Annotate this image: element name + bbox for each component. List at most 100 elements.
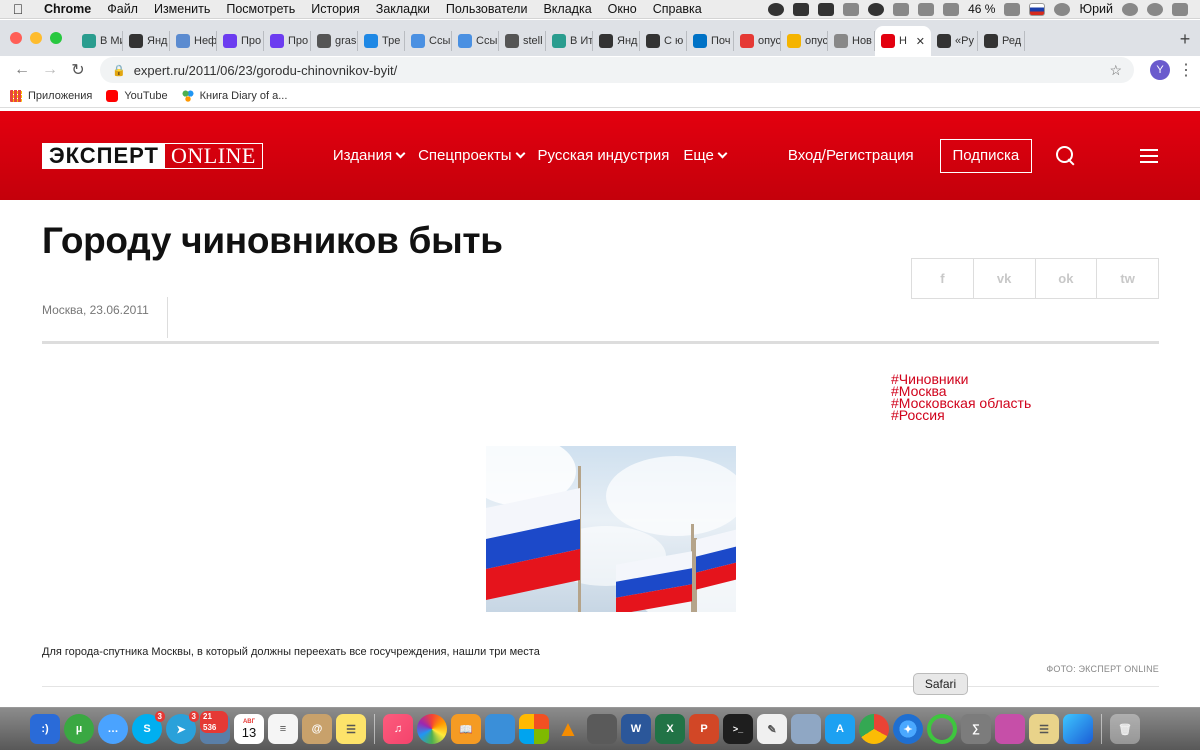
- address-bar[interactable]: 🔒 expert.ru/2011/06/23/gorodu-chinovniko…: [100, 57, 1134, 83]
- preview-photos-icon[interactable]: [791, 714, 821, 744]
- flux-icon[interactable]: [893, 2, 910, 16]
- minimize-window-button[interactable]: [30, 32, 42, 44]
- app-icon[interactable]: [587, 714, 617, 744]
- lock-icon[interactable]: 🔒: [112, 64, 126, 77]
- site-logo[interactable]: ЭКСПЕРТ ONLINE: [42, 142, 263, 169]
- notes-icon[interactable]: ☰: [336, 714, 366, 744]
- menu-file[interactable]: Файл: [99, 2, 146, 16]
- books-icon[interactable]: 📖: [451, 714, 481, 744]
- menu-view[interactable]: Посмотреть: [218, 2, 303, 16]
- forward-button[interactable]: →: [36, 61, 64, 79]
- siri-icon[interactable]: [1147, 2, 1163, 16]
- facebook-share-icon[interactable]: f: [912, 259, 974, 298]
- menu-window[interactable]: Окно: [600, 2, 645, 16]
- screen-app-icon[interactable]: [995, 714, 1025, 744]
- calculator-icon[interactable]: ∑: [961, 714, 991, 744]
- browser-tab[interactable]: опус: [734, 31, 781, 51]
- word-icon[interactable]: W: [621, 714, 651, 744]
- preview-icon[interactable]: [485, 714, 515, 744]
- browser-tab[interactable]: Н ✕: [875, 26, 931, 56]
- chrome-menu-icon[interactable]: ⋮: [1178, 60, 1194, 80]
- browser-tab[interactable]: Неф: [170, 31, 217, 51]
- telegram-icon[interactable]: ➤ 3: [166, 711, 199, 744]
- dropbox-icon[interactable]: [818, 2, 835, 16]
- browser-tab[interactable]: Тре: [358, 31, 405, 51]
- search-icon[interactable]: [1056, 145, 1074, 166]
- spotlight-search-icon[interactable]: [1122, 2, 1138, 16]
- menu-people[interactable]: Пользователи: [438, 2, 536, 16]
- cloud-app-icon[interactable]: [793, 2, 810, 16]
- bookmark-star-icon[interactable]: ☆: [1109, 62, 1122, 79]
- display-icon[interactable]: [843, 2, 860, 16]
- nav-special-projects[interactable]: Спецпроекты: [418, 147, 525, 164]
- reload-button[interactable]: ↻: [64, 60, 92, 80]
- browser-tab[interactable]: Про: [264, 31, 311, 51]
- browser-tab[interactable]: опус: [781, 31, 828, 51]
- browser-tab[interactable]: В Ми: [76, 31, 123, 51]
- apple-menu-icon[interactable]: : [0, 1, 36, 17]
- odnoklassniki-share-icon[interactable]: ok: [1036, 259, 1098, 298]
- nav-editions[interactable]: Издания: [333, 147, 406, 164]
- menu-history[interactable]: История: [303, 2, 367, 16]
- browser-tab[interactable]: Поч: [687, 31, 734, 51]
- wifi-icon[interactable]: [918, 2, 935, 16]
- menu-app-name[interactable]: Chrome: [36, 2, 99, 16]
- url-text[interactable]: expert.ru/2011/06/23/gorodu-chinovnikov-…: [134, 63, 398, 78]
- nord-vpn-icon[interactable]: [768, 2, 785, 16]
- app-store-icon[interactable]: A: [825, 714, 855, 744]
- photos-library-icon[interactable]: 21 536: [200, 711, 230, 744]
- close-window-button[interactable]: [10, 32, 22, 44]
- activity-ring-icon[interactable]: [927, 714, 957, 744]
- battery-icon[interactable]: [1004, 2, 1021, 16]
- browser-tab[interactable]: В Ит: [546, 31, 593, 51]
- reminders-icon[interactable]: ≡: [268, 714, 298, 744]
- contacts-icon[interactable]: @: [302, 714, 332, 744]
- browser-tab[interactable]: Янд: [123, 31, 170, 51]
- profile-avatar[interactable]: Y: [1150, 60, 1170, 80]
- twitter-share-icon[interactable]: tw: [1097, 259, 1158, 298]
- textedit-icon[interactable]: ✎: [757, 714, 787, 744]
- browser-tab[interactable]: «Ру: [931, 31, 978, 51]
- skype-icon[interactable]: S3: [132, 711, 165, 744]
- vlc-icon[interactable]: ▲: [553, 714, 583, 744]
- finder-icon[interactable]: :): [30, 714, 60, 744]
- photos-icon[interactable]: [417, 714, 447, 744]
- nav-russian-industry[interactable]: Русская индустрия: [538, 147, 670, 164]
- excel-icon[interactable]: X: [655, 714, 685, 744]
- windows-app-icon[interactable]: [519, 714, 549, 744]
- browser-tab[interactable]: Ред: [978, 31, 1025, 51]
- browser-tab[interactable]: Нов: [828, 31, 875, 51]
- terminal-icon[interactable]: >_: [723, 714, 753, 744]
- login-link[interactable]: Вход/Регистрация: [788, 147, 914, 164]
- vk-share-icon[interactable]: vk: [974, 259, 1036, 298]
- messages-icon[interactable]: …: [98, 714, 128, 744]
- bookmark-apps[interactable]: Приложения: [10, 89, 92, 102]
- battery-percent[interactable]: 46 %: [968, 2, 995, 16]
- browser-tab[interactable]: Ссы: [405, 31, 452, 51]
- browser-tab[interactable]: Янд: [593, 31, 640, 51]
- itunes-icon[interactable]: ♫: [383, 714, 413, 744]
- notification-center-icon[interactable]: [1172, 2, 1188, 16]
- menu-help[interactable]: Справка: [645, 2, 710, 16]
- close-tab-icon[interactable]: ✕: [916, 35, 925, 48]
- safari-icon[interactable]: ✦: [893, 714, 923, 744]
- menu-edit[interactable]: Изменить: [146, 2, 218, 16]
- menu-tab[interactable]: Вкладка: [535, 2, 599, 16]
- browser-tab[interactable]: Ссы: [452, 31, 499, 51]
- menu-user-name[interactable]: Юрий: [1079, 2, 1113, 16]
- back-button[interactable]: ←: [8, 61, 36, 79]
- menu-bookmarks[interactable]: Закладки: [368, 2, 438, 16]
- zoom-window-button[interactable]: [50, 32, 62, 44]
- subscribe-button[interactable]: Подписка: [939, 138, 1033, 173]
- document-icon[interactable]: ☰: [1029, 714, 1059, 744]
- info-icon[interactable]: [1054, 2, 1071, 16]
- nav-more[interactable]: Еще: [683, 147, 728, 164]
- trash-icon[interactable]: 🗑: [1110, 714, 1140, 744]
- utorrent-icon[interactable]: µ: [64, 714, 94, 744]
- network-app-icon[interactable]: [1063, 714, 1093, 744]
- new-tab-button[interactable]: +: [1170, 29, 1200, 56]
- chrome-icon[interactable]: [859, 714, 889, 744]
- hamburger-menu-icon[interactable]: [1140, 148, 1158, 163]
- bookmark-youtube[interactable]: YouTube: [106, 89, 168, 102]
- browser-tab[interactable]: С ю: [640, 31, 687, 51]
